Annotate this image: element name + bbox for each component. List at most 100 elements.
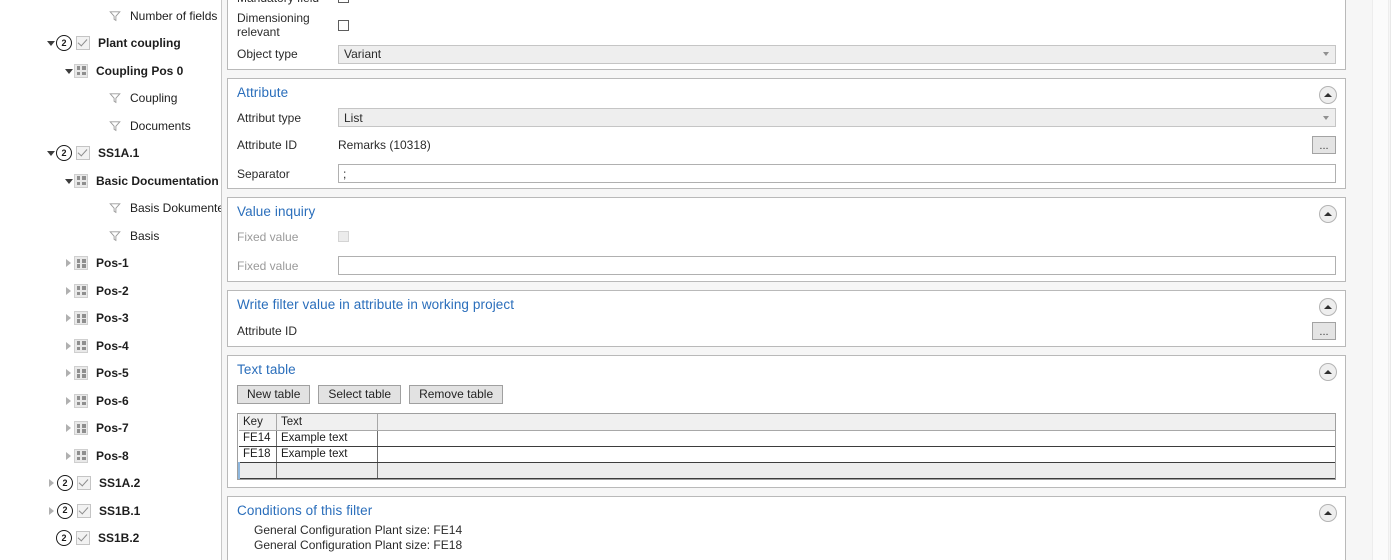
text-table-cell-rest[interactable] [377, 462, 1335, 479]
tree-item-pos-5[interactable]: Pos-5 [0, 360, 221, 388]
fixed-value-input[interactable] [338, 256, 1336, 275]
condition-item[interactable]: General Configuration Plant size: FE14 [254, 523, 1345, 538]
tree-item-label: Basic Documentation [96, 173, 219, 188]
text-table-cell-key[interactable]: FE18 [239, 446, 277, 463]
text-table-cell-rest[interactable] [377, 430, 1335, 447]
conditions-panel-collapse-button[interactable] [1319, 503, 1337, 522]
tree-item-checkbox[interactable] [77, 503, 91, 518]
text-table-cell-key[interactable]: FE14 [239, 430, 277, 447]
tree-item-pos-8[interactable]: Pos-8 [0, 442, 221, 470]
text-table-cell-text[interactable]: Example text [276, 446, 378, 463]
text-table-grid[interactable]: Key Text FE14 Example text FE18 Example text [237, 412, 1336, 480]
tree-item-ss1a-2[interactable]: 2 SS1A.2 [0, 470, 221, 498]
value-inquiry-panel-collapse-button[interactable] [1319, 205, 1337, 223]
mandatory-field-label: Mandatory field [237, 0, 338, 5]
object-type-select[interactable]: Variant [338, 44, 1336, 64]
condition-item[interactable]: General Configuration Plant size: FE18 [254, 538, 1345, 553]
write-filter-attribute-id-browse-button[interactable]: ... [1312, 321, 1336, 340]
tree-count-badge: 2 [56, 35, 72, 52]
text-table-panel-collapse-button[interactable] [1319, 362, 1337, 381]
tree-item-pos-7[interactable]: Pos-7 [0, 415, 221, 443]
text-table-body[interactable]: FE14 Example text FE18 Example text [238, 430, 1335, 479]
object-type-value: Variant [344, 47, 382, 61]
attribute-panel-collapse-button[interactable] [1319, 86, 1337, 104]
text-table-cell-text[interactable] [276, 462, 378, 479]
mandatory-field-checkbox[interactable] [338, 0, 349, 4]
tree-item-pos-6[interactable]: Pos-6 [0, 387, 221, 415]
tree-expander-open-icon[interactable] [63, 167, 74, 195]
tree-item-checkbox[interactable] [76, 36, 90, 51]
tree-item-pos-3[interactable]: Pos-3 [0, 305, 221, 333]
tree-item-ss1a-1[interactable]: 2 SS1A.1 [0, 140, 221, 168]
dimensioning-relevant-row[interactable]: Dimensioning relevant [228, 11, 1345, 39]
tree-item-plant-coupling[interactable]: 2 Plant coupling [0, 30, 221, 58]
object-type-row[interactable]: Object type Variant [228, 39, 1345, 69]
attribute-id-row[interactable]: Attribute ID Remarks (10318) ... [228, 132, 1345, 160]
tree-expander-closed-icon[interactable] [46, 470, 57, 498]
text-table-cell-rest[interactable] [377, 446, 1335, 463]
attribut-type-row[interactable]: Attribut type List [228, 104, 1345, 132]
tree-expander-open-icon[interactable] [63, 57, 74, 85]
tree-expander-closed-icon[interactable] [63, 332, 74, 360]
fixed-value-input-row[interactable]: Fixed value [228, 251, 1345, 281]
fixed-value-checkbox[interactable] [338, 231, 349, 243]
separator-input[interactable]: ; [338, 164, 1336, 183]
separator-row[interactable]: Separator ; [228, 159, 1345, 188]
tree-expander-open-icon[interactable] [45, 140, 56, 168]
text-table-column-header[interactable]: Key [239, 413, 277, 431]
remove-table-button[interactable]: Remove table [409, 384, 504, 404]
tree-item-label: Pos-7 [96, 421, 129, 436]
grid-icon [74, 393, 88, 408]
tree-item-coupling-pos-0[interactable]: Coupling Pos 0 [0, 57, 221, 85]
dimensioning-relevant-checkbox[interactable] [338, 19, 349, 31]
right-gutter [1368, 0, 1400, 560]
tree-item-basis-dokumente[interactable]: Basis Dokumente [0, 195, 221, 223]
tree-item-basic-documentation[interactable]: Basic Documentation [0, 167, 221, 195]
tree-expander-closed-icon[interactable] [46, 497, 57, 525]
chevron-up-icon [1324, 304, 1332, 309]
mandatory-field-row[interactable]: Mandatory field [228, 0, 1345, 12]
tree-item-coupling[interactable]: Coupling [0, 85, 221, 113]
attribut-type-select[interactable]: List [338, 108, 1336, 128]
attribute-id-browse-button[interactable]: ... [1312, 136, 1336, 155]
tree-item-pos-1[interactable]: Pos-1 [0, 250, 221, 278]
grid-icon [74, 283, 88, 298]
general-panel: Mandatory field Dimensioning relevant Ob… [227, 0, 1346, 70]
select-table-button[interactable]: Select table [318, 384, 402, 404]
object-type-label: Object type [237, 47, 298, 61]
tree-item-basis[interactable]: Basis [0, 222, 221, 250]
text-table-row[interactable]: FE14 Example text [239, 430, 1335, 447]
new-table-button[interactable]: New table [237, 384, 311, 404]
write-filter-panel-collapse-button[interactable] [1319, 297, 1337, 316]
tree-expander-closed-icon[interactable] [63, 415, 74, 443]
tree-item-ss1b-2[interactable]: 2 SS1B.2 [0, 525, 221, 553]
tree-expander-closed-icon[interactable] [63, 277, 74, 305]
text-table-cell-text[interactable]: Example text [276, 430, 378, 447]
text-table-row[interactable]: FE18 Example text [239, 446, 1335, 463]
tree-expander-closed-icon[interactable] [63, 305, 74, 333]
tree-item-checkbox[interactable] [76, 146, 90, 161]
vertical-scrollbar[interactable] [1372, 0, 1389, 560]
tree-item-checkbox[interactable] [77, 476, 91, 491]
write-filter-attribute-id-row[interactable]: Attribute ID ... [228, 316, 1345, 346]
text-table-button-bar: New table Select table Remove table [228, 381, 1345, 410]
tree-item-pos-4[interactable]: Pos-4 [0, 332, 221, 360]
text-table-column-header[interactable]: Text [276, 413, 378, 431]
tree-item-checkbox[interactable] [76, 531, 90, 546]
tree-item-ss1b-1[interactable]: 2 SS1B.1 [0, 497, 221, 525]
tree-expander-closed-icon[interactable] [63, 442, 74, 470]
tree-expander-open-icon[interactable] [45, 30, 56, 58]
fixed-value-checkbox-row[interactable]: Fixed value [228, 223, 1345, 251]
tree-item-documents[interactable]: Documents [0, 112, 221, 140]
tree-item-number-of-fields[interactable]: Number of fields [0, 2, 221, 30]
form-scroll-container[interactable]: Mandatory field Dimensioning relevant Ob… [222, 0, 1368, 560]
text-table[interactable]: Key Text FE14 Example text FE18 Example text [238, 413, 1335, 479]
text-table-column-header[interactable] [377, 413, 1335, 431]
text-table-row[interactable] [238, 462, 1335, 479]
tree-expander-closed-icon[interactable] [63, 387, 74, 415]
text-table-cell-key[interactable] [238, 462, 277, 479]
filter-tree-sidebar[interactable]: Number of fields 2 Plant coupling Coupling … [0, 0, 222, 560]
tree-item-pos-2[interactable]: Pos-2 [0, 277, 221, 305]
tree-expander-closed-icon[interactable] [63, 250, 74, 278]
tree-expander-closed-icon[interactable] [63, 360, 74, 388]
